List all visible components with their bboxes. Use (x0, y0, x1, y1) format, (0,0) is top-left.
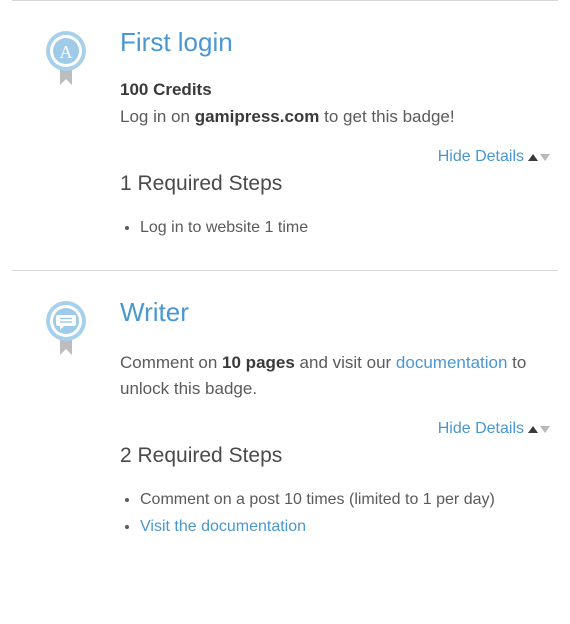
achievement-content: First login 100 Credits Log in on gamipr… (120, 27, 558, 242)
hide-details-button[interactable]: Hide Details (438, 148, 550, 166)
achievement-item: Writer Comment on 10 pages and visit our… (12, 270, 558, 569)
svg-text:A: A (60, 42, 73, 62)
desc-text: Comment on (120, 353, 222, 372)
hide-details-button[interactable]: Hide Details (438, 420, 550, 438)
visit-documentation-link[interactable]: Visit the documentation (140, 518, 306, 535)
achievement-content: Writer Comment on 10 pages and visit our… (120, 297, 558, 541)
step-item: Comment on a post 10 times (limited to 1… (140, 486, 552, 513)
achievement-title[interactable]: First login (120, 27, 552, 58)
badge-icon (42, 299, 90, 359)
chevron-down-icon (540, 154, 550, 161)
toggle-row: Hide Details (120, 420, 552, 438)
steps-list: Comment on a post 10 times (limited to 1… (120, 486, 552, 540)
points-label: 100 Credits (120, 80, 552, 100)
steps-heading: 1 Required Steps (120, 172, 552, 196)
achievement-item: A First login 100 Credits Log in on gami… (12, 0, 558, 270)
achievement-description: Log in on gamipress.com to get this badg… (120, 104, 552, 130)
steps-list: Log in to website 1 time (120, 214, 552, 241)
desc-bold: 10 pages (222, 353, 295, 372)
step-item: Visit the documentation (140, 513, 552, 540)
achievement-title[interactable]: Writer (120, 297, 552, 328)
chevron-up-icon (528, 426, 538, 433)
desc-text: and visit our (295, 353, 396, 372)
desc-text: Log in on (120, 107, 195, 126)
desc-bold: gamipress.com (195, 107, 320, 126)
hide-details-label: Hide Details (438, 148, 524, 166)
chevron-down-icon (540, 426, 550, 433)
badge-icon-container: A (12, 27, 120, 242)
desc-text: to get this badge! (319, 107, 454, 126)
chevron-up-icon (528, 154, 538, 161)
steps-heading: 2 Required Steps (120, 444, 552, 468)
step-item: Log in to website 1 time (140, 214, 552, 241)
documentation-link[interactable]: documentation (396, 353, 508, 372)
badge-icon: A (42, 29, 90, 89)
hide-details-label: Hide Details (438, 420, 524, 438)
achievement-description: Comment on 10 pages and visit our docume… (120, 350, 552, 403)
badge-icon-container (12, 297, 120, 541)
toggle-row: Hide Details (120, 148, 552, 166)
